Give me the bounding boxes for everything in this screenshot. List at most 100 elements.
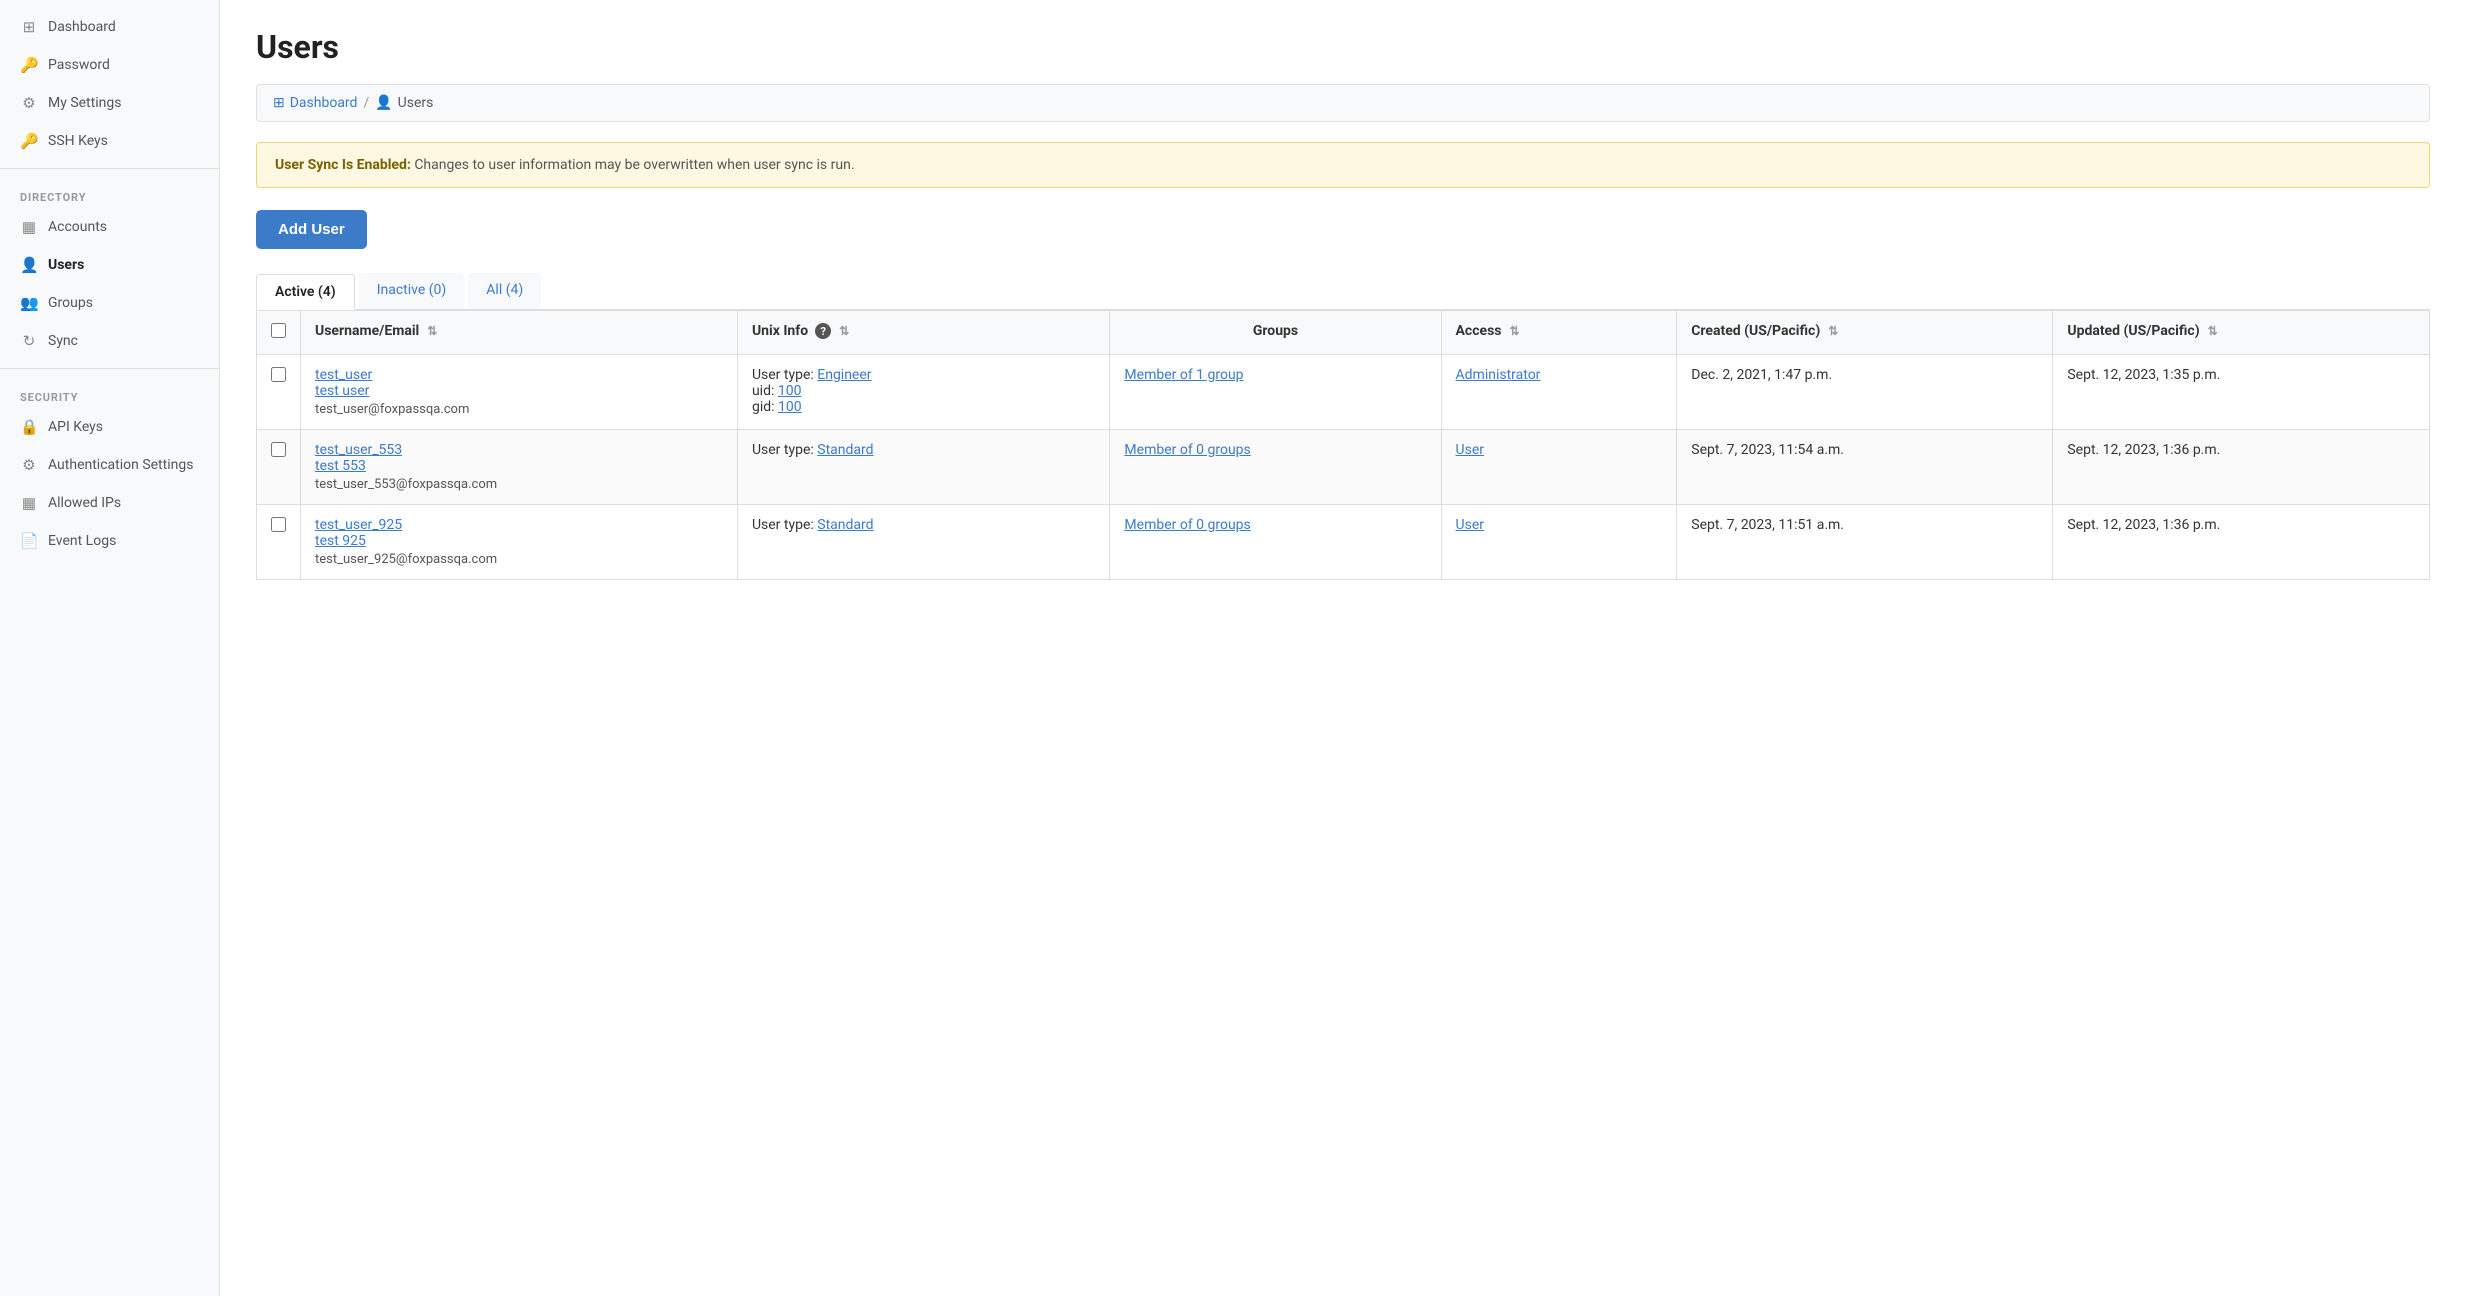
th-access-label: Access — [1456, 323, 1502, 339]
access-cell: User — [1441, 430, 1677, 505]
th-access: Access ⇅ — [1441, 311, 1677, 355]
group-icon: 👥 — [20, 294, 38, 312]
sidebar-item-ssh-keys[interactable]: 🔑 SSH Keys — [0, 122, 219, 160]
users-table: Username/Email ⇅ Unix Info ? ⇅ Groups — [256, 310, 2430, 580]
updated-cell: Sept. 12, 2023, 1:36 p.m. — [2053, 505, 2430, 580]
user-username-cell: test_user_925 test 925 test_user_925@fox… — [301, 505, 738, 580]
add-user-button[interactable]: Add User — [256, 210, 367, 249]
sidebar-item-label: SSH Keys — [48, 133, 108, 149]
sidebar-item-label: Password — [48, 57, 110, 73]
unix-type-link[interactable]: Standard — [817, 442, 873, 458]
access-sort-icon[interactable]: ⇅ — [1509, 324, 1519, 338]
row-2-checkbox[interactable] — [271, 517, 286, 532]
sidebar-item-my-settings[interactable]: ⚙ My Settings — [0, 84, 219, 122]
sidebar-item-label: Users — [48, 257, 84, 273]
sidebar-item-password[interactable]: 🔑 Password — [0, 46, 219, 84]
table-row: test_user test user test_user@foxpassqa.… — [257, 355, 2430, 430]
row-1-checkbox[interactable] — [271, 442, 286, 457]
updated-cell: Sept. 12, 2023, 1:35 p.m. — [2053, 355, 2430, 430]
unix-type-label: User type: — [752, 442, 817, 458]
groups-cell: Member of 1 group — [1110, 355, 1441, 430]
main-content: Users ⊞ Dashboard / 👤 Users User Sync Is… — [220, 0, 2466, 1296]
unix-uid-label: uid: — [752, 383, 778, 399]
created-cell: Sept. 7, 2023, 11:54 a.m. — [1677, 430, 2053, 505]
created-cell: Sept. 7, 2023, 11:51 a.m. — [1677, 505, 2053, 580]
groups-link[interactable]: Member of 0 groups — [1124, 517, 1250, 533]
th-created: Created (US/Pacific) ⇅ — [1677, 311, 2053, 355]
unix-help-icon[interactable]: ? — [815, 323, 831, 339]
th-username: Username/Email ⇅ — [301, 311, 738, 355]
sidebar-item-label: Sync — [48, 333, 78, 349]
th-created-label: Created (US/Pacific) — [1691, 323, 1820, 339]
sidebar-item-api-keys[interactable]: 🔒 API Keys — [0, 408, 219, 446]
sidebar-item-auth-settings[interactable]: ⚙ Authentication Settings — [0, 446, 219, 484]
table-row: test_user_553 test 553 test_user_553@fox… — [257, 430, 2430, 505]
auth-gear-icon: ⚙ — [20, 456, 38, 474]
tab-all[interactable]: All (4) — [468, 273, 541, 309]
select-all-checkbox[interactable] — [271, 323, 286, 338]
created-cell: Dec. 2, 2021, 1:47 p.m. — [1677, 355, 2053, 430]
breadcrumb-separator: / — [363, 95, 369, 111]
access-link[interactable]: User — [1456, 442, 1484, 458]
created-sort-icon[interactable]: ⇅ — [1828, 324, 1838, 338]
unix-sort-icon[interactable]: ⇅ — [839, 324, 849, 338]
directory-section-label: DIRECTORY — [0, 177, 219, 208]
groups-link[interactable]: Member of 1 group — [1124, 367, 1243, 383]
breadcrumb-home-link[interactable]: ⊞ Dashboard — [273, 95, 357, 111]
tab-active[interactable]: Active (4) — [256, 274, 355, 310]
alert-bold-text: User Sync Is Enabled: — [275, 157, 411, 173]
breadcrumb-current: 👤 Users — [375, 95, 433, 111]
row-0-checkbox[interactable] — [271, 367, 286, 382]
sidebar-item-accounts[interactable]: ▦ Accounts — [0, 208, 219, 246]
user-email: test_user@foxpassqa.com — [315, 402, 469, 417]
groups-cell: Member of 0 groups — [1110, 430, 1441, 505]
dashboard-icon: ⊞ — [20, 18, 38, 36]
unix-uid-link[interactable]: 100 — [778, 383, 802, 399]
sidebar-item-allowed-ips[interactable]: ▦ Allowed IPs — [0, 484, 219, 522]
unix-gid-link[interactable]: 100 — [778, 399, 802, 415]
th-unix: Unix Info ? ⇅ — [737, 311, 1109, 355]
groups-link[interactable]: Member of 0 groups — [1124, 442, 1250, 458]
user-tabs: Active (4) Inactive (0) All (4) — [256, 273, 2430, 310]
sidebar-item-dashboard[interactable]: ⊞ Dashboard — [0, 8, 219, 46]
th-groups-label: Groups — [1253, 323, 1298, 339]
sidebar-item-groups[interactable]: 👥 Groups — [0, 284, 219, 322]
sidebar-item-label: Allowed IPs — [48, 495, 121, 511]
sidebar: ⊞ Dashboard 🔑 Password ⚙ My Settings 🔑 S… — [0, 0, 220, 1296]
fullname-link[interactable]: test 925 — [315, 533, 723, 549]
sidebar-item-users[interactable]: 👤 Users — [0, 246, 219, 284]
unix-type-link[interactable]: Standard — [817, 517, 873, 533]
sidebar-item-label: Groups — [48, 295, 93, 311]
username-link[interactable]: test_user_553 — [315, 442, 402, 458]
updated-sort-icon[interactable]: ⇅ — [2208, 324, 2218, 338]
ssh-key-icon: 🔑 — [20, 132, 38, 150]
security-section-label: SECURITY — [0, 377, 219, 408]
dashboard-breadcrumb-icon: ⊞ — [273, 95, 285, 111]
username-link[interactable]: test_user — [315, 367, 372, 383]
allowed-ips-icon: ▦ — [20, 494, 38, 512]
alert-text: Changes to user information may be overw… — [414, 157, 854, 173]
user-email: test_user_925@foxpassqa.com — [315, 552, 497, 567]
tab-inactive[interactable]: Inactive (0) — [359, 273, 465, 309]
fullname-link[interactable]: test 553 — [315, 458, 723, 474]
username-sort-icon[interactable]: ⇅ — [427, 324, 437, 338]
unix-info-cell: User type: Standard — [737, 505, 1109, 580]
access-link[interactable]: Administrator — [1456, 367, 1541, 383]
sidebar-item-label: Authentication Settings — [48, 457, 193, 473]
fullname-link[interactable]: test user — [315, 383, 723, 399]
unix-type-link[interactable]: Engineer — [817, 367, 871, 383]
row-checkbox-cell — [257, 355, 301, 430]
event-logs-icon: 📄 — [20, 532, 38, 550]
sidebar-item-sync[interactable]: ↻ Sync — [0, 322, 219, 360]
th-unix-label: Unix Info — [752, 323, 808, 339]
page-title: Users — [256, 28, 2430, 66]
sidebar-item-label: Dashboard — [48, 19, 116, 35]
key-icon: 🔑 — [20, 56, 38, 74]
sidebar-item-event-logs[interactable]: 📄 Event Logs — [0, 522, 219, 560]
row-checkbox-cell — [257, 430, 301, 505]
access-cell: User — [1441, 505, 1677, 580]
gear-icon: ⚙ — [20, 94, 38, 112]
users-breadcrumb-icon: 👤 — [375, 95, 392, 111]
access-link[interactable]: User — [1456, 517, 1484, 533]
username-link[interactable]: test_user_925 — [315, 517, 402, 533]
